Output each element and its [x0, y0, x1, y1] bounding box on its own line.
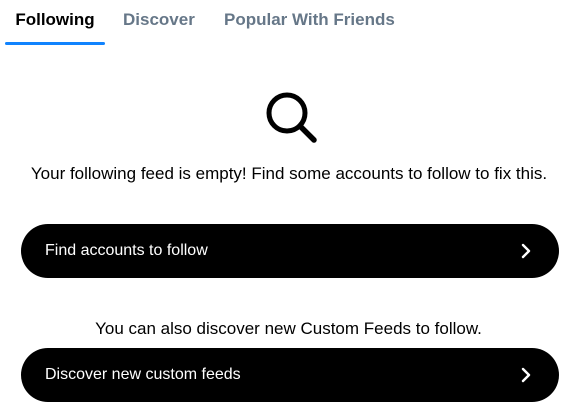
find-accounts-button[interactable]: Find accounts to follow: [21, 224, 559, 278]
discover-custom-feeds-button[interactable]: Discover new custom feeds: [21, 348, 559, 402]
search-icon: [266, 92, 317, 143]
tab-discover-label: Discover: [123, 10, 195, 29]
discover-feeds-message: You can also discover new Custom Feeds t…: [95, 319, 482, 338]
tab-popular-label: Popular With Friends: [224, 10, 395, 29]
chevron-right-icon: [521, 367, 531, 383]
active-tab-indicator: [5, 42, 105, 45]
discover-feeds-label: Discover new custom feeds: [45, 366, 241, 383]
chevron-right-icon: [521, 243, 531, 259]
tab-following[interactable]: Following: [5, 0, 105, 45]
tab-following-label: Following: [15, 10, 95, 29]
empty-feed-message: Your following feed is empty! Find some …: [30, 164, 548, 183]
feed-tabs: Following Discover Popular With Friends: [0, 0, 577, 45]
find-accounts-label: Find accounts to follow: [45, 242, 208, 259]
tab-discover[interactable]: Discover: [123, 0, 195, 45]
tab-popular-with-friends[interactable]: Popular With Friends: [224, 0, 395, 45]
